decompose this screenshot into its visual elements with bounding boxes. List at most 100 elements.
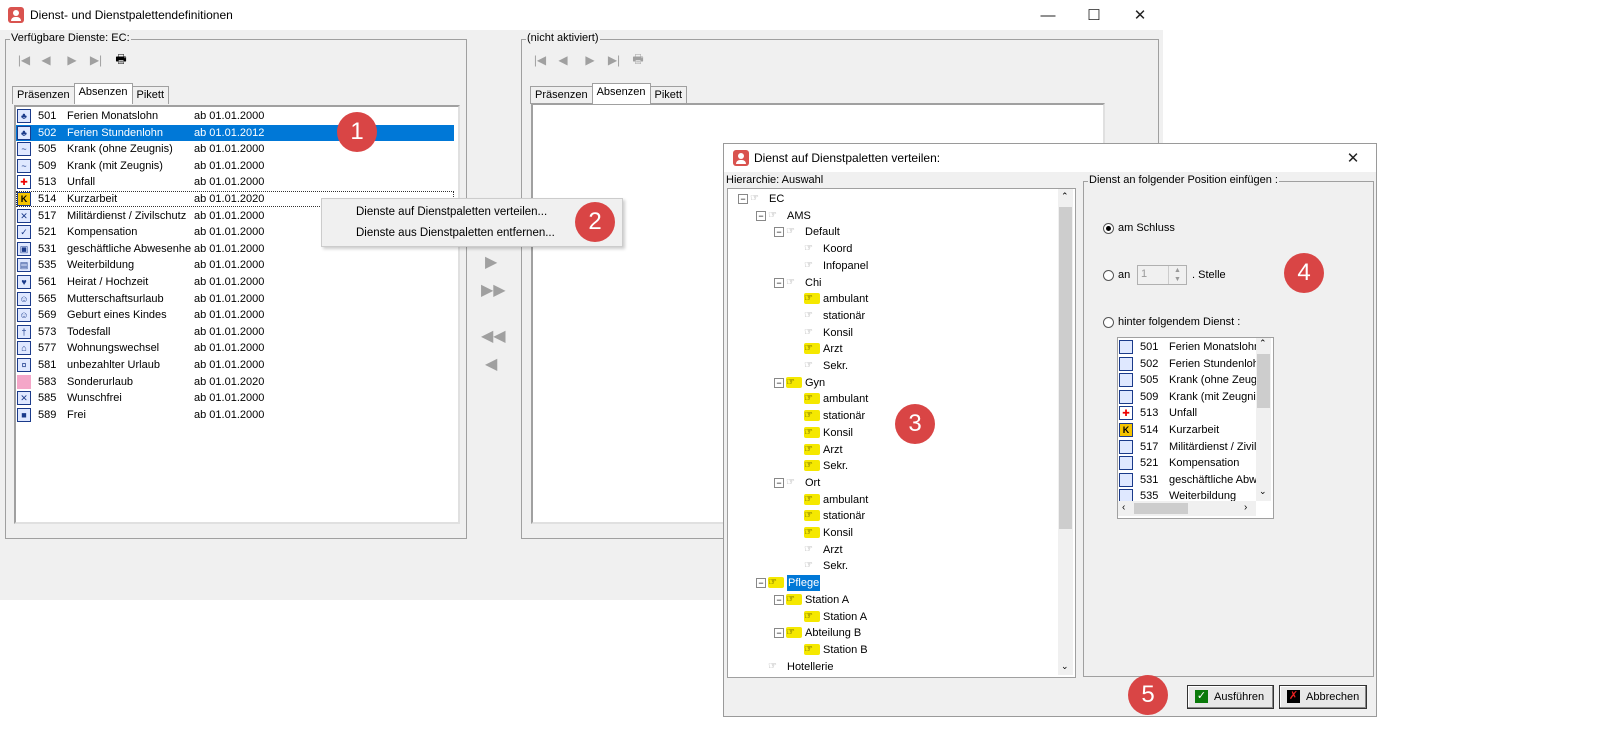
after-service-row[interactable]: 505 Krank (ohne Zeugnis)	[1118, 372, 1259, 388]
after-service-row[interactable]: K 514 Kurzarbeit	[1118, 422, 1258, 438]
tree-node[interactable]: ☞ Konsil	[728, 525, 1058, 541]
service-row[interactable]: ♣ 501 Ferien Monatslohn ab 01.01.2000	[16, 108, 454, 124]
tree-node[interactable]: − ☞ Gyn	[728, 375, 1058, 391]
tree-node[interactable]: − ☞ Ort	[728, 475, 1058, 491]
move-all-left-icon[interactable]: ◀◀	[481, 326, 506, 346]
expand-collapse-icon[interactable]: −	[756, 210, 766, 221]
execute-button[interactable]: ✓ Ausführen	[1187, 685, 1274, 709]
tree-node[interactable]: ☞ Sekr.	[728, 458, 1058, 474]
expand-collapse-icon[interactable]: −	[774, 377, 784, 388]
after-service-row[interactable]: 509 Krank (mit Zeugnis)	[1118, 389, 1259, 405]
stepper-arrows-icon[interactable]: ▲ ▼	[1168, 266, 1186, 284]
tree-node[interactable]: ☞ Sekr.	[728, 358, 1058, 374]
radio-at[interactable]	[1103, 270, 1114, 281]
radio-end[interactable]	[1103, 223, 1114, 234]
tree-node[interactable]: ☞ Hotellerie	[728, 659, 1058, 675]
expand-collapse-icon[interactable]: −	[774, 594, 784, 605]
palette-tab-pikett[interactable]: Pikett	[649, 86, 688, 104]
tree-node[interactable]: − ☞ EC	[728, 191, 1058, 207]
service-row[interactable]: ~509 Krank (mit Zeugnis) ab 01.01.2000	[16, 158, 454, 174]
service-row[interactable]: ♣ 502 Ferien Stundenlohn ab 01.01.2012	[16, 124, 454, 141]
tree-scroll-down-icon[interactable]: ⌄	[1061, 661, 1069, 672]
tree-node[interactable]: ☞ Konsil	[728, 425, 1058, 441]
service-row[interactable]: † 573 Todesfall ab 01.01.2000	[16, 324, 454, 340]
tree-scroll-thumb[interactable]	[1059, 207, 1072, 529]
service-row[interactable]: ☺ 565 Mutterschaftsurlaub ab 01.01.2000	[16, 291, 454, 307]
tree-node[interactable]: − ☞ Pflege	[728, 575, 1058, 592]
service-row[interactable]: ✕ 585 Wunschfrei ab 01.01.2000	[16, 390, 454, 406]
cancel-button[interactable]: ✗ Abbrechen	[1279, 685, 1367, 709]
after-scroll-right-icon[interactable]: ›	[1244, 502, 1247, 513]
tree-node[interactable]: ☞ stationär	[728, 508, 1058, 524]
next-record-icon[interactable]: ▶	[62, 50, 82, 70]
menu-item-remove[interactable]: Dienste aus Dienstpaletten entfernen...	[356, 227, 555, 239]
maximize-button[interactable]: ☐	[1071, 0, 1117, 30]
tree-node[interactable]: − ☞ Chi	[728, 275, 1058, 291]
tree-node[interactable]: − ☞ Abteilung B	[728, 625, 1058, 641]
after-service-row[interactable]: 531 geschäftliche Abwesenheit	[1118, 472, 1259, 488]
after-scroll-down-icon[interactable]: ⌄	[1259, 486, 1267, 497]
service-row[interactable]: ☺ 569 Geburt eines Kindes ab 01.01.2000	[16, 307, 454, 323]
print-icon[interactable]: 🖶	[111, 50, 131, 70]
palette-tab-praesenzen[interactable]: Präsenzen	[530, 86, 593, 104]
tree-node[interactable]: ☞ Konsil	[728, 325, 1058, 341]
tree-node[interactable]: ☞ Station A	[728, 609, 1058, 625]
after-list-vscroll[interactable]: ⌃ ⌄	[1256, 338, 1271, 501]
tree-node[interactable]: − ☞ Station A	[728, 592, 1058, 608]
palette-first-icon[interactable]: |◀	[530, 50, 550, 70]
after-service-row[interactable]: 502 Ferien Stundenlohn	[1118, 356, 1259, 372]
tree-scroll-up-icon[interactable]: ⌃	[1061, 191, 1069, 202]
menu-item-distribute[interactable]: Dienste auf Dienstpaletten verteilen...	[356, 206, 547, 218]
services-list[interactable]: ♣ 501 Ferien Monatslohn ab 01.01.2000 ♣ 502 Fe…	[14, 105, 460, 524]
after-scroll-up-icon[interactable]: ⌃	[1259, 338, 1267, 349]
tree-node[interactable]: ☞ stationär	[728, 308, 1058, 324]
last-record-icon[interactable]: ▶|	[86, 50, 106, 70]
tree-node[interactable]: ☞ Arzt	[728, 341, 1058, 357]
minimize-button[interactable]: —	[1025, 0, 1071, 30]
tree-node[interactable]: ☞ stationär	[728, 408, 1058, 424]
palette-next-icon[interactable]: ▶	[580, 50, 600, 70]
tree-node[interactable]: − ☞ AMS	[728, 208, 1058, 224]
after-service-list[interactable]: 501 Ferien Monatslohn 502 Ferien Stundenloh…	[1117, 337, 1274, 519]
after-service-row[interactable]: 521 Kompensation	[1118, 455, 1258, 471]
move-left-icon[interactable]: ◀	[485, 354, 497, 374]
service-row[interactable]: ⌂ 577 Wohnungswechsel ab 01.01.2000	[16, 340, 454, 356]
service-row[interactable]: 583 Sonderurlaub ab 01.01.2020	[16, 374, 454, 390]
service-row[interactable]: ▤ 535 Weiterbildung ab 01.01.2000	[16, 257, 454, 273]
after-service-row[interactable]: 517 Militärdienst / Zivilschutz	[1118, 439, 1259, 455]
after-scroll-left-icon[interactable]: ‹	[1122, 502, 1125, 513]
expand-collapse-icon[interactable]: −	[774, 277, 784, 288]
after-scroll-thumb[interactable]	[1257, 354, 1270, 408]
tree-node[interactable]: ☞ ambulant	[728, 492, 1058, 508]
service-row[interactable]: ✚ 513 Unfall ab 01.01.2000	[16, 174, 454, 190]
expand-collapse-icon[interactable]: −	[774, 477, 784, 488]
after-service-row[interactable]: ✚ 513 Unfall	[1118, 405, 1258, 421]
tree-node[interactable]: ☞ Station B	[728, 642, 1058, 658]
move-all-right-icon[interactable]: ▶▶	[481, 280, 506, 300]
palette-last-icon[interactable]: ▶|	[604, 50, 624, 70]
service-row[interactable]: ~505 Krank (ohne Zeugnis) ab 01.01.2000	[16, 141, 454, 157]
tree-node[interactable]: ☞ Arzt	[728, 542, 1058, 558]
radio-after[interactable]	[1103, 317, 1114, 328]
tree-node[interactable]: ☞ Infopanel	[728, 258, 1058, 274]
prev-record-icon[interactable]: ◀	[36, 50, 56, 70]
tree-node[interactable]: − ☞ Default	[728, 224, 1058, 240]
after-service-row[interactable]: 501 Ferien Monatslohn	[1118, 339, 1259, 355]
tree-scrollbar[interactable]: ⌃ ⌄	[1058, 189, 1073, 675]
close-button[interactable]: ✕	[1117, 0, 1163, 30]
position-stepper[interactable]: 1 ▲ ▼	[1137, 265, 1187, 285]
palette-prev-icon[interactable]: ◀	[553, 50, 573, 70]
service-row[interactable]: ■ 589 Frei ab 01.01.2000	[16, 407, 454, 423]
palette-tab-absenzen[interactable]: Absenzen	[591, 83, 651, 104]
tree-node[interactable]: ☞ Koord	[728, 241, 1058, 257]
tree-node[interactable]: ☞ Sekr.	[728, 558, 1058, 574]
expand-collapse-icon[interactable]: −	[774, 227, 784, 238]
tree-node[interactable]: ☞ ambulant	[728, 291, 1058, 307]
first-record-icon[interactable]: |◀	[14, 50, 34, 70]
tab-praesenzen[interactable]: Präsenzen	[12, 86, 75, 104]
tab-pikett[interactable]: Pikett	[131, 86, 170, 104]
tree-node[interactable]: ☞ Arzt	[728, 442, 1058, 458]
expand-collapse-icon[interactable]: −	[774, 628, 784, 639]
tab-absenzen[interactable]: Absenzen	[73, 83, 133, 104]
expand-collapse-icon[interactable]: −	[738, 194, 748, 204]
